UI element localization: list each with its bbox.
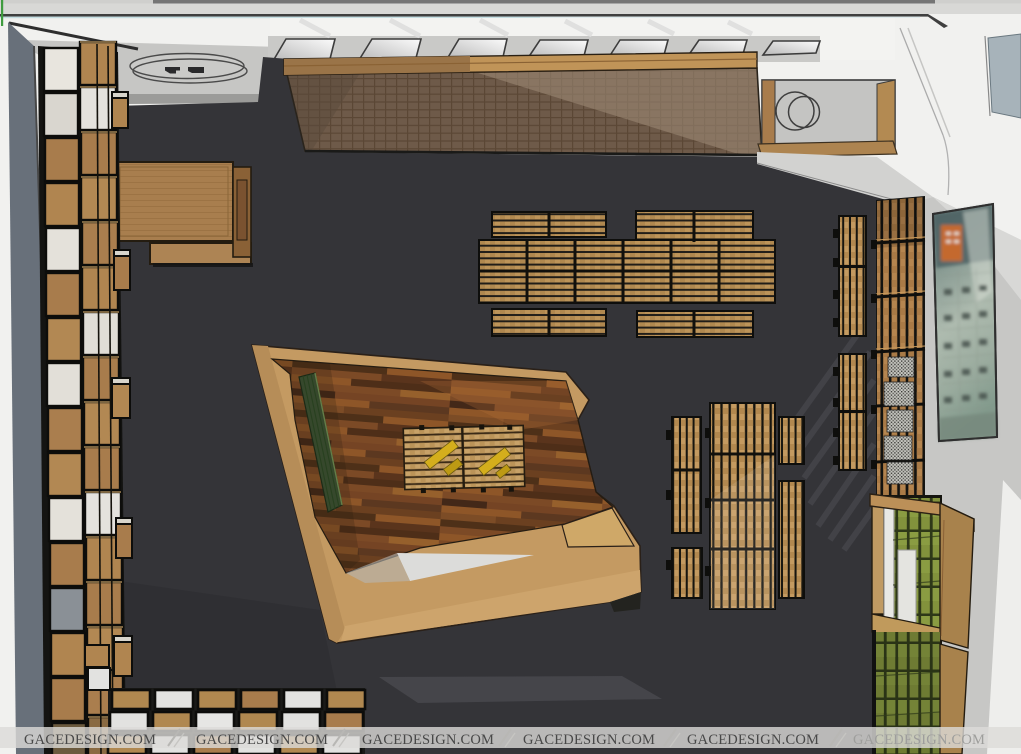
svg-text:GACEDESIGN.COM: GACEDESIGN.COM xyxy=(523,732,655,748)
svg-text:GACEDESIGN.COM: GACEDESIGN.COM xyxy=(196,732,328,748)
svg-text:GACEDESIGN.COM: GACEDESIGN.COM xyxy=(24,732,156,748)
svg-text:GACEDESIGN.COM: GACEDESIGN.COM xyxy=(362,732,494,748)
svg-text:GACEDESIGN.COM: GACEDESIGN.COM xyxy=(853,732,985,748)
svg-text:GACEDESIGN.COM: GACEDESIGN.COM xyxy=(687,732,819,748)
